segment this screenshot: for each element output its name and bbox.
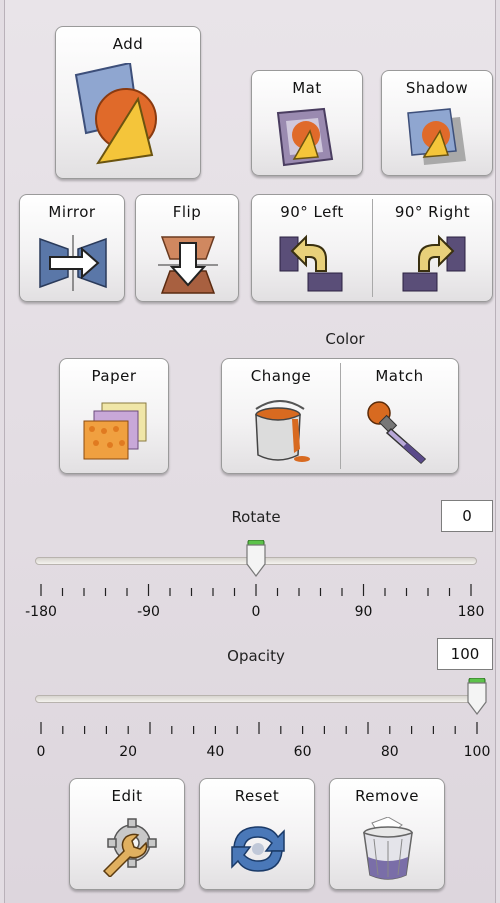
rotate-tick-label: 90: [354, 604, 373, 620]
opacity-tick-label: 100: [463, 744, 491, 760]
mirror-button[interactable]: Mirror: [19, 194, 125, 302]
remove-button[interactable]: Remove: [329, 778, 445, 890]
remove-button-label: Remove: [355, 787, 419, 805]
tool-panel: Add Mat Shadow Mirror Flip 90° Left 90° …: [4, 0, 496, 903]
opacity-slider-track[interactable]: [35, 695, 483, 703]
add-button-label: Add: [112, 35, 144, 53]
rotate-slider-thumb[interactable]: [245, 540, 267, 578]
rotate-tick-label: -180: [25, 604, 57, 620]
mirror-button-label: Mirror: [48, 203, 96, 221]
flip-button[interactable]: Flip: [135, 194, 239, 302]
rotate-label: Rotate: [231, 508, 281, 526]
shadow-icon: [407, 108, 466, 165]
opacity-label: Opacity: [227, 647, 285, 665]
mirror-icon: [39, 235, 107, 291]
opacity-value-input[interactable]: 100: [437, 638, 493, 670]
mat-button-label: Mat: [292, 79, 322, 97]
rotate-tick-label: 180: [457, 604, 485, 620]
edit-button[interactable]: Edit: [69, 778, 185, 890]
rotate-right-icon: [402, 234, 466, 292]
trash-can-icon: [363, 817, 413, 880]
paint-can-icon: [255, 400, 310, 462]
opacity-tick-label: 0: [36, 744, 46, 760]
rotate-tick-label: -90: [137, 604, 160, 620]
color-change-button-label: Change: [250, 367, 312, 385]
paper-icon: [83, 402, 147, 460]
opacity-tick-label: 60: [293, 744, 312, 760]
mat-icon: [276, 107, 334, 167]
add-photo-icon: [74, 63, 157, 165]
edit-gear-icon: [102, 818, 157, 877]
opacity-tick-label: 40: [206, 744, 225, 760]
rotate-tick-marks: [40, 584, 472, 596]
paper-button-label: Paper: [91, 367, 137, 385]
color-match-button-label: Match: [375, 367, 424, 385]
rotate-left-button[interactable]: 90° Left: [252, 195, 372, 301]
opacity-tick-label: 20: [119, 744, 138, 760]
color-group-title: Color: [325, 330, 365, 348]
edit-button-label: Edit: [111, 787, 143, 805]
rotate-value-input[interactable]: 0: [441, 500, 493, 532]
flip-icon: [158, 236, 218, 294]
color-change-button[interactable]: Change: [222, 359, 340, 473]
rotate-left-icon: [279, 234, 343, 292]
eyedropper-icon: [367, 401, 427, 465]
paper-button[interactable]: Paper: [59, 358, 169, 474]
shadow-button-label: Shadow: [405, 79, 469, 97]
flip-button-label: Flip: [172, 203, 202, 221]
reset-button-label: Reset: [234, 787, 280, 805]
rotate-right-button-label: 90° Right: [394, 203, 471, 221]
color-button-group: Change Match: [221, 358, 459, 474]
opacity-slider-thumb[interactable]: [466, 678, 488, 716]
shadow-button[interactable]: Shadow: [381, 70, 493, 176]
color-match-button[interactable]: Match: [341, 359, 458, 473]
reset-arrows-icon: [231, 826, 285, 872]
rotate-tick-label: 0: [251, 604, 261, 620]
rotate-left-button-label: 90° Left: [280, 203, 344, 221]
opacity-tick-label: 80: [380, 744, 399, 760]
rotate-right-button[interactable]: 90° Right: [373, 195, 492, 301]
reset-button[interactable]: Reset: [199, 778, 315, 890]
opacity-tick-marks: [40, 722, 478, 734]
add-button[interactable]: Add: [55, 26, 201, 179]
mat-button[interactable]: Mat: [251, 70, 363, 176]
rotate-button-group: 90° Left 90° Right: [251, 194, 493, 302]
